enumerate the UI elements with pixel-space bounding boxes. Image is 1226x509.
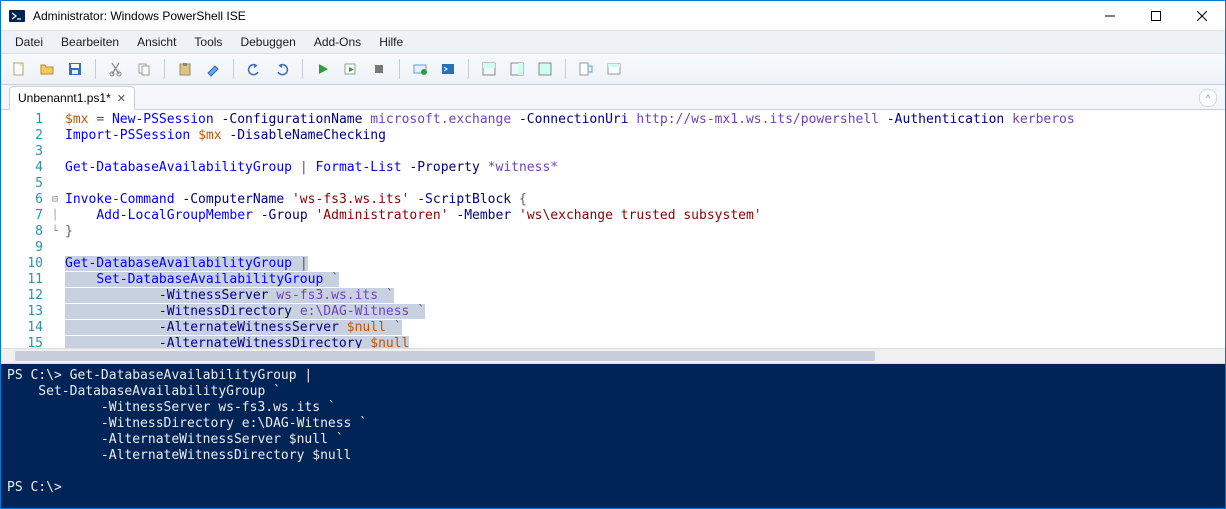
code-line[interactable]: } xyxy=(65,224,1225,240)
close-button[interactable] xyxy=(1179,1,1225,30)
toolbar-sep xyxy=(399,59,400,79)
toolbar-sep xyxy=(468,59,469,79)
code-line[interactable] xyxy=(65,240,1225,256)
start-powershell-button[interactable] xyxy=(436,57,460,81)
scrollbar-thumb[interactable] xyxy=(15,351,875,361)
toolbar-sep xyxy=(164,59,165,79)
console-pane[interactable]: PS C:\> Get-DatabaseAvailabilityGroup | … xyxy=(1,364,1225,508)
toolbar-sep xyxy=(302,59,303,79)
code-line[interactable]: Set-DatabaseAvailabilityGroup ` xyxy=(65,272,1225,288)
script-editor[interactable]: 123456789101112131415 ⊟│└ $mx = New-PSSe… xyxy=(1,110,1225,348)
menu-tools[interactable]: Tools xyxy=(186,33,230,51)
new-remote-tab-button[interactable] xyxy=(408,57,432,81)
code-line[interactable]: Add-LocalGroupMember -Group 'Administrat… xyxy=(65,208,1225,224)
show-script-pane-right-button[interactable] xyxy=(505,57,529,81)
show-script-pane-max-button[interactable] xyxy=(533,57,557,81)
menu-bearbeiten[interactable]: Bearbeiten xyxy=(53,33,127,51)
code-area[interactable]: $mx = New-PSSession -ConfigurationName m… xyxy=(61,110,1225,348)
minimize-button[interactable] xyxy=(1087,1,1133,30)
window-title: Administrator: Windows PowerShell ISE xyxy=(31,9,1087,23)
code-line[interactable]: -AlternateWitnessDirectory $null xyxy=(65,336,1225,348)
show-command-window-button[interactable] xyxy=(602,57,626,81)
toolbar xyxy=(1,54,1225,85)
toolbar-sep xyxy=(565,59,566,79)
paste-button[interactable] xyxy=(173,57,197,81)
code-line[interactable]: Get-DatabaseAvailabilityGroup | xyxy=(65,256,1225,272)
toggle-script-pane-button[interactable]: ^ xyxy=(1199,89,1217,107)
copy-button[interactable] xyxy=(132,57,156,81)
clear-button[interactable] xyxy=(201,57,225,81)
window-controls xyxy=(1087,1,1225,30)
stop-button[interactable] xyxy=(367,57,391,81)
code-line[interactable]: Get-DatabaseAvailabilityGroup | Format-L… xyxy=(65,160,1225,176)
code-line[interactable] xyxy=(65,176,1225,192)
code-line[interactable]: Import-PSSession $mx -DisableNameCheckin… xyxy=(65,128,1225,144)
app-icon xyxy=(9,8,25,24)
menu-datei[interactable]: Datei xyxy=(7,33,51,51)
new-file-button[interactable] xyxy=(7,57,31,81)
save-button[interactable] xyxy=(63,57,87,81)
tabstrip: Unbenannt1.ps1* ✕ ^ xyxy=(1,85,1225,110)
menubar: Datei Bearbeiten Ansicht Tools Debuggen … xyxy=(1,31,1225,54)
redo-button[interactable] xyxy=(270,57,294,81)
code-line[interactable]: -WitnessDirectory e:\DAG-Witness ` xyxy=(65,304,1225,320)
titlebar: Administrator: Windows PowerShell ISE xyxy=(1,1,1225,31)
line-number-gutter: 123456789101112131415 xyxy=(1,110,49,348)
tab-label: Unbenannt1.ps1* xyxy=(18,91,111,105)
maximize-button[interactable] xyxy=(1133,1,1179,30)
code-line[interactable]: Invoke-Command -ComputerName 'ws-fs3.ws.… xyxy=(65,192,1225,208)
close-tab-icon[interactable]: ✕ xyxy=(117,92,126,105)
run-selection-button[interactable] xyxy=(339,57,363,81)
menu-debuggen[interactable]: Debuggen xyxy=(232,33,303,51)
toolbar-sep xyxy=(233,59,234,79)
show-command-addon-button[interactable] xyxy=(574,57,598,81)
toolbar-sep xyxy=(95,59,96,79)
menu-addons[interactable]: Add-Ons xyxy=(306,33,369,51)
code-line[interactable]: $mx = New-PSSession -ConfigurationName m… xyxy=(65,112,1225,128)
open-file-button[interactable] xyxy=(35,57,59,81)
code-line[interactable]: -AlternateWitnessServer $null ` xyxy=(65,320,1225,336)
app-window: Administrator: Windows PowerShell ISE Da… xyxy=(0,0,1226,509)
run-button[interactable] xyxy=(311,57,335,81)
code-line[interactable]: -WitnessServer ws-fs3.ws.its ` xyxy=(65,288,1225,304)
file-tab[interactable]: Unbenannt1.ps1* ✕ xyxy=(9,86,135,110)
menu-ansicht[interactable]: Ansicht xyxy=(129,33,184,51)
menu-hilfe[interactable]: Hilfe xyxy=(371,33,411,51)
fold-gutter: ⊟│└ xyxy=(49,110,61,348)
code-line[interactable] xyxy=(65,144,1225,160)
show-script-pane-top-button[interactable] xyxy=(477,57,501,81)
cut-button[interactable] xyxy=(104,57,128,81)
editor-horizontal-scrollbar[interactable] xyxy=(1,348,1225,364)
undo-button[interactable] xyxy=(242,57,266,81)
